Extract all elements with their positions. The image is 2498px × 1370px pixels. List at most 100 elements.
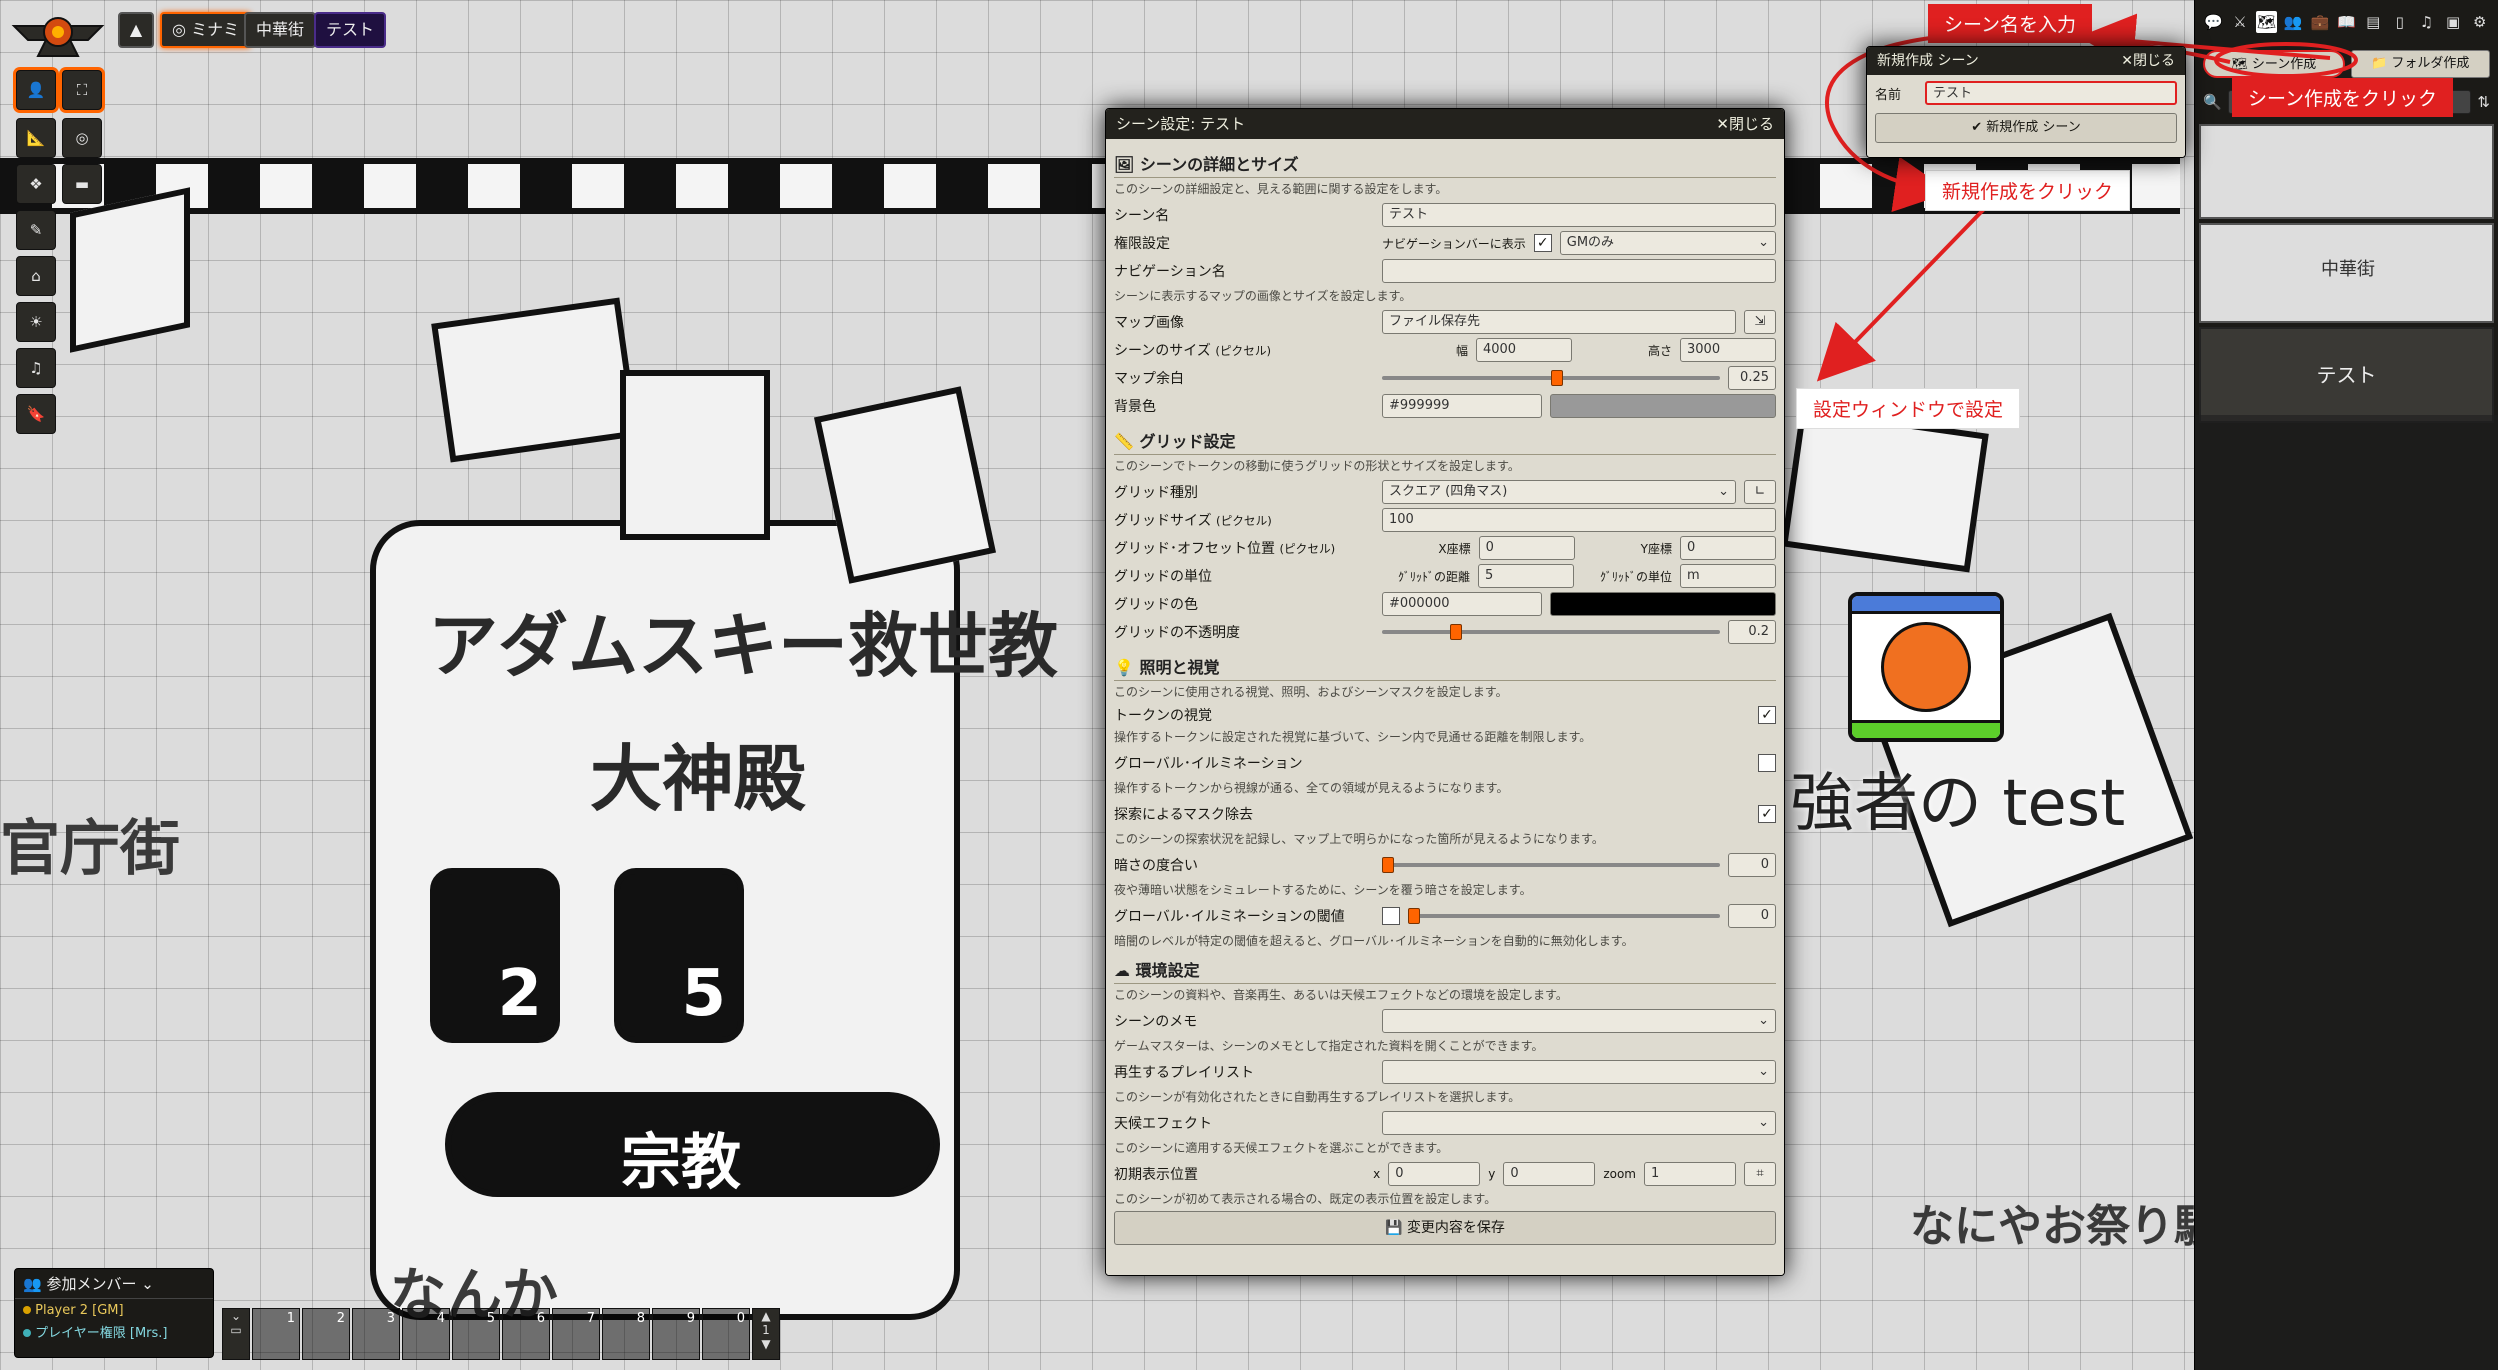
darkness-slider-thumb[interactable] xyxy=(1382,857,1394,873)
scene-name-input[interactable]: テスト xyxy=(1382,203,1776,227)
scene-thumb-3[interactable]: テスト xyxy=(2199,327,2494,423)
padding-slider-thumb[interactable] xyxy=(1551,370,1563,386)
global-illum-checkbox[interactable] xyxy=(1758,754,1776,772)
hotbar-slot-9[interactable]: 9 xyxy=(652,1308,700,1360)
navbar-checkbox[interactable]: ✓ xyxy=(1533,234,1552,252)
token-sun[interactable] xyxy=(1848,592,2004,742)
playlists-icon[interactable]: ♫ xyxy=(2416,11,2437,33)
x-offset-label: X座標 xyxy=(1438,541,1471,556)
initial-label: 初期表示位置 xyxy=(1114,1167,1198,1183)
create-scene-button[interactable]: 🗺 シーン作成 xyxy=(2203,50,2345,78)
grid-alpha-value: 0.2 xyxy=(1728,620,1776,644)
tiles-button[interactable]: ❖ xyxy=(16,164,56,204)
grid-size-input[interactable]: 100 xyxy=(1382,508,1776,532)
hotbar-slot-8[interactable]: 8 xyxy=(602,1308,650,1360)
width-input[interactable]: 4000 xyxy=(1475,338,1572,362)
weather-hint: このシーンに適用する天候エフェクトを選ぶことができます。 xyxy=(1114,1141,1449,1155)
players-header[interactable]: 👥 参加メンバー ⌄ xyxy=(15,1269,213,1299)
capture-view-button[interactable]: ⌗ xyxy=(1744,1162,1776,1186)
grid-color-swatch[interactable] xyxy=(1550,592,1776,616)
combat-icon[interactable]: ⚔ xyxy=(2230,11,2251,33)
scene-nav-toggle[interactable]: ▲ xyxy=(118,12,154,48)
drawing-button[interactable]: ✎ xyxy=(16,210,56,250)
hotbar-slot-0[interactable]: 0 xyxy=(702,1308,750,1360)
measure-button[interactable]: 📐 xyxy=(16,118,56,158)
section-vision: 💡 照明と視覚 xyxy=(1114,652,1776,681)
grid-units-input[interactable]: m xyxy=(1680,564,1776,588)
hotbar-slot-5[interactable]: 5 xyxy=(452,1308,500,1360)
create-folder-button[interactable]: 📁 フォルダ作成 xyxy=(2350,50,2490,78)
grid-config-button[interactable]: ∟ xyxy=(1744,480,1776,504)
hotbar-slot-6[interactable]: 6 xyxy=(502,1308,550,1360)
hotbar-slot-1[interactable]: 1 xyxy=(252,1308,300,1360)
playlist-select[interactable] xyxy=(1382,1060,1776,1084)
notes-button[interactable]: 🔖 xyxy=(16,394,56,434)
new-scene-close-button[interactable]: ✕閉じる xyxy=(2121,47,2175,75)
hotbar-page-control[interactable]: ▲ 1 ▼ xyxy=(752,1308,780,1360)
hotbar-slot-7[interactable]: 7 xyxy=(552,1308,600,1360)
memo-select[interactable] xyxy=(1382,1009,1776,1033)
ruler-tool-button[interactable]: ▬ xyxy=(62,164,102,204)
grid-alpha-slider[interactable] xyxy=(1382,624,1720,640)
illum-threshold-slider-thumb[interactable] xyxy=(1408,908,1420,924)
bgcolor-input[interactable]: #999999 xyxy=(1382,394,1542,418)
row-permission: 権限設定 ナビゲーションバーに表示 ✓ GMのみ xyxy=(1114,229,1776,257)
token-vision-checkbox[interactable]: ✓ xyxy=(1758,706,1776,724)
map-box-5 xyxy=(1781,407,1989,573)
scene-config-close-button[interactable]: ✕閉じる xyxy=(1716,109,1774,139)
permission-select[interactable]: GMのみ xyxy=(1559,231,1776,255)
scene-nav-test[interactable]: テスト xyxy=(314,12,387,48)
map-image-input[interactable]: ファイル保存先 xyxy=(1382,310,1736,334)
height-input[interactable]: 3000 xyxy=(1680,338,1776,362)
journal-icon[interactable]: 📖 xyxy=(2336,11,2357,33)
walls-button[interactable]: ⌂ xyxy=(16,256,56,296)
illum-threshold-slider[interactable] xyxy=(1408,908,1720,924)
initial-y-input[interactable]: 0 xyxy=(1503,1162,1596,1186)
lighting-button[interactable]: ☀ xyxy=(16,302,56,342)
file-picker-button[interactable]: ⇲ xyxy=(1744,310,1776,334)
grid-alpha-slider-thumb[interactable] xyxy=(1449,624,1462,640)
select-tokens-button[interactable]: ⛶ xyxy=(62,70,102,110)
items-icon[interactable]: 💼 xyxy=(2310,11,2331,33)
weather-select[interactable] xyxy=(1382,1111,1776,1135)
actors-icon[interactable]: 👥 xyxy=(2283,11,2304,33)
scene-nav-chuka[interactable]: 中華街 xyxy=(244,12,317,48)
app-logo[interactable] xyxy=(8,6,108,60)
bgcolor-swatch[interactable] xyxy=(1550,394,1776,418)
sort-icon[interactable]: ⇅ xyxy=(2477,93,2490,111)
y-offset-input[interactable]: 0 xyxy=(1680,536,1776,560)
new-scene-name-input[interactable]: テスト xyxy=(1925,81,2177,105)
token-controls-button[interactable]: 👤 xyxy=(16,70,56,110)
initial-x-input[interactable]: 0 xyxy=(1388,1162,1481,1186)
sounds-button[interactable]: ♫ xyxy=(16,348,56,388)
compendium-icon[interactable]: ▣ xyxy=(2443,11,2464,33)
new-scene-create-button[interactable]: ✔ 新規作成 シーン xyxy=(1875,113,2177,143)
x-offset-input[interactable]: 0 xyxy=(1478,536,1575,560)
hotbar-slot-2[interactable]: 2 xyxy=(302,1308,350,1360)
tables-icon[interactable]: ▤ xyxy=(2363,11,2384,33)
scenes-icon[interactable]: 🗺 xyxy=(2256,11,2277,33)
grid-distance-input[interactable]: 5 xyxy=(1477,564,1574,588)
scene-thumb-1[interactable] xyxy=(2199,124,2494,219)
target-button[interactable]: ◎ xyxy=(62,118,102,158)
save-button[interactable]: 💾 変更内容を保存 xyxy=(1114,1211,1776,1245)
fog-checkbox[interactable]: ✓ xyxy=(1758,805,1776,823)
hotbar-slot-4[interactable]: 4 xyxy=(402,1308,450,1360)
chat-icon[interactable]: 💬 xyxy=(2203,11,2224,33)
illum-threshold-checkbox[interactable] xyxy=(1382,907,1400,925)
cards-icon[interactable]: ▯ xyxy=(2389,11,2410,33)
scene-config-header[interactable]: シーン設定: テスト ✕閉じる xyxy=(1106,109,1784,139)
nav-name-input[interactable] xyxy=(1382,259,1776,283)
hotbar-slot-3[interactable]: 3 xyxy=(352,1308,400,1360)
padding-slider[interactable] xyxy=(1382,370,1720,386)
new-scene-title: 新規作成 シーン xyxy=(1877,53,1979,69)
scene-thumb-2[interactable]: 中華街 xyxy=(2199,223,2494,323)
grid-color-input[interactable]: #000000 xyxy=(1382,592,1542,616)
hotbar-lock-button[interactable]: ⌄ ▭ xyxy=(222,1308,250,1360)
settings-icon[interactable]: ⚙ xyxy=(2469,11,2490,33)
scene-nav-minami[interactable]: ◎ ミナミ xyxy=(160,12,252,48)
zoom-input[interactable]: 1 xyxy=(1644,1162,1736,1186)
darkness-slider[interactable] xyxy=(1382,857,1720,873)
grid-type-select[interactable]: スクエア (四角マス) xyxy=(1382,480,1736,504)
new-scene-header[interactable]: 新規作成 シーン ✕閉じる xyxy=(1867,47,2185,75)
